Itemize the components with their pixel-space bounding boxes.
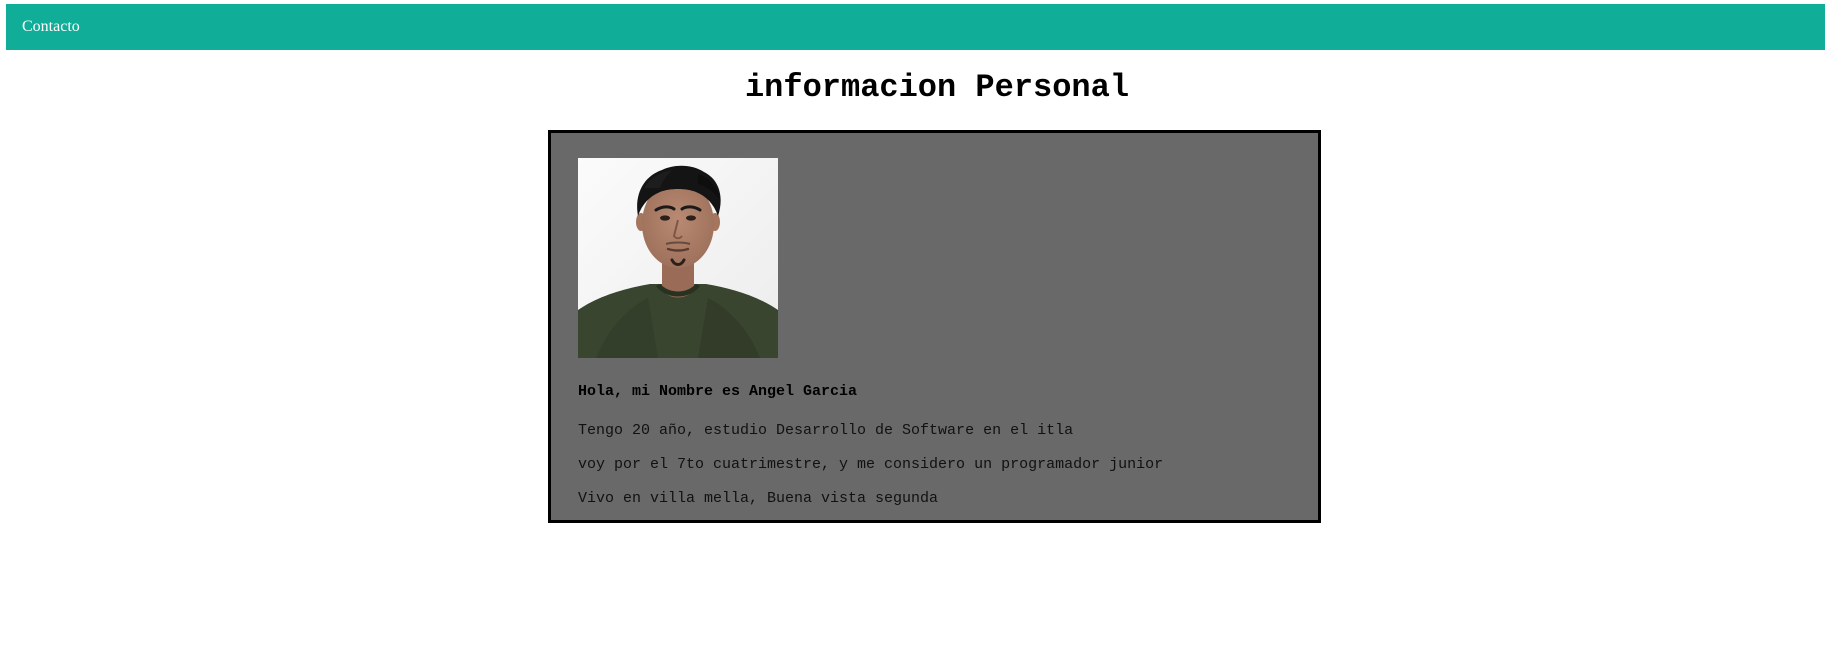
top-navbar: Contacto bbox=[6, 4, 1825, 50]
bio-line-semester: voy por el 7to cuatrimestre, y me consid… bbox=[578, 456, 1164, 473]
personal-info-card: Hola, mi Nombre es Angel Garcia Tengo 20… bbox=[548, 130, 1321, 523]
bio-line-location: Vivo en villa mella, Buena vista segunda bbox=[578, 490, 939, 507]
bio-line-age-studies: Tengo 20 año, estudio Desarrollo de Soft… bbox=[578, 422, 1074, 439]
page-title: informacion Personal bbox=[744, 69, 1130, 106]
profile-photo bbox=[578, 158, 778, 358]
greeting-heading: Hola, mi Nombre es Angel Garcia bbox=[578, 383, 858, 400]
nav-link-contacto[interactable]: Contacto bbox=[22, 18, 80, 36]
